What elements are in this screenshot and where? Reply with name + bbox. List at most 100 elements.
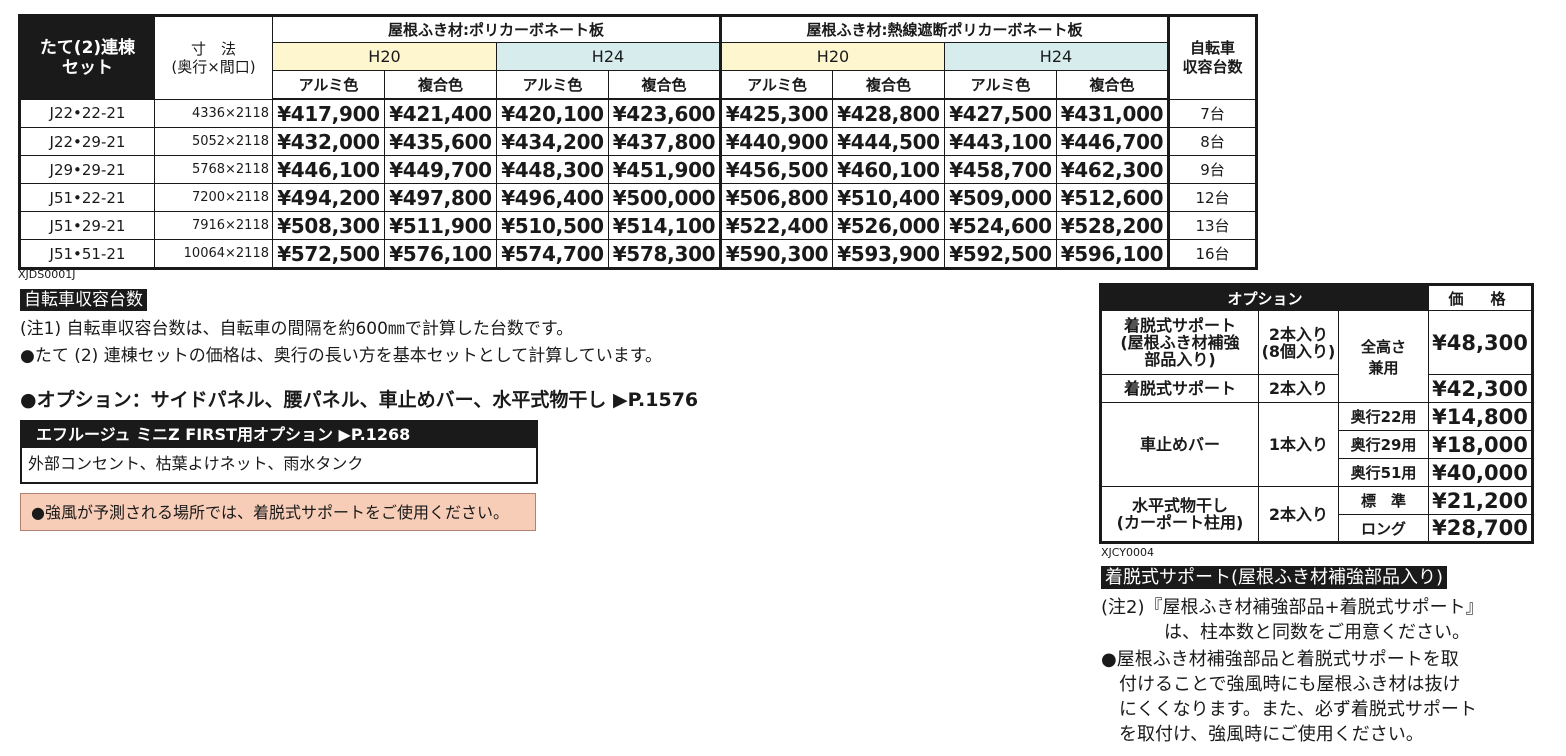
price-cell: ¥574,700 bbox=[496, 239, 609, 269]
support-reinforced-name: 着脱式サポート (屋根ふき材補強 部品入り) bbox=[1100, 310, 1259, 375]
stopper-51: 奥行51用 bbox=[1338, 458, 1429, 487]
stopper-29: 奥行29用 bbox=[1338, 430, 1429, 459]
dimension-cell: 7916×2118 bbox=[154, 211, 273, 240]
price-cell: ¥524,600 bbox=[944, 211, 1057, 240]
price-cell: ¥514,100 bbox=[608, 211, 721, 240]
price-cell: ¥462,300 bbox=[1056, 155, 1169, 184]
polycarbonate-group-header: 屋根ふき材:ポリカーボネート板 bbox=[272, 15, 721, 43]
heat-shield-group-header: 屋根ふき材:熱線遮断ポリカーボネート板 bbox=[719, 15, 1169, 43]
price-cell: ¥427,500 bbox=[944, 98, 1057, 128]
price-cell: ¥446,100 bbox=[272, 155, 385, 184]
price-cell: ¥510,500 bbox=[496, 211, 609, 240]
table-row: J51•51-21 10064×2118 ¥572,500 ¥576,100 ¥574,… bbox=[19, 239, 1257, 269]
dryer-qty: 2本入り bbox=[1258, 486, 1339, 543]
price-cell: ¥437,800 bbox=[608, 127, 721, 156]
option-table-code: XJCY0004 bbox=[1101, 546, 1154, 559]
model-cell: J51•51-21 bbox=[19, 239, 155, 269]
price-cell: ¥456,500 bbox=[719, 155, 833, 184]
capacity-cell: 16台 bbox=[1167, 239, 1257, 269]
price-cell: ¥510,400 bbox=[832, 183, 945, 212]
price-cell: ¥460,100 bbox=[832, 155, 945, 184]
col-fukugo: 複合色 bbox=[384, 70, 497, 100]
stopper-name: 車止めバー bbox=[1100, 402, 1259, 487]
efu-option-body: 外部コンセント、枯葉よけネット、雨水タンク bbox=[28, 454, 364, 473]
col-fukugo: 複合色 bbox=[1056, 70, 1169, 100]
price-cell: ¥509,000 bbox=[944, 183, 1057, 212]
price-cell: ¥444,500 bbox=[832, 127, 945, 156]
stopper-22-price: ¥14,800 bbox=[1428, 402, 1533, 431]
price-cell: ¥446,700 bbox=[1056, 127, 1169, 156]
price-cell: ¥592,500 bbox=[944, 239, 1057, 269]
price-cell: ¥578,300 bbox=[608, 239, 721, 269]
model-cell: J22•22-21 bbox=[19, 98, 155, 128]
price-cell: ¥576,100 bbox=[384, 239, 497, 269]
dimension-cell: 4336×2118 bbox=[154, 98, 273, 128]
bullet-line-4: を取付け、強風時にご使用ください。 bbox=[1119, 724, 1424, 745]
price-cell: ¥420,100 bbox=[496, 98, 609, 128]
dimension-header: 寸 法 (奥行×間口) bbox=[154, 15, 273, 100]
dryer-standard: 標 準 bbox=[1338, 486, 1429, 515]
note-1: (注1) 自転車収容台数は、自転車の間隔を約600㎜で計算した台数です。 bbox=[20, 319, 574, 339]
dimension-cell: 5768×2118 bbox=[154, 155, 273, 184]
wind-warning: ●強風が予測される場所では、着脱式サポートをご使用ください。 bbox=[20, 493, 536, 531]
price-header: 価 格 bbox=[1428, 284, 1533, 311]
dimension-cell: 7200×2118 bbox=[154, 183, 273, 212]
h20-header: H20 bbox=[719, 42, 945, 71]
price-cell: ¥512,600 bbox=[1056, 183, 1169, 212]
stopper-51-price: ¥40,000 bbox=[1428, 458, 1533, 487]
dimension-cell: 10064×2118 bbox=[154, 239, 273, 269]
table-row: J51•29-21 7916×2118 ¥508,300 ¥511,900 ¥510,5… bbox=[19, 211, 1257, 240]
efu-option-header: エフルージュ ミニZ FIRST用オプション ▶P.1268 bbox=[22, 422, 536, 448]
note-2-line-1: (注2)『屋根ふき材補強部品+着脱式サポート』 bbox=[1101, 597, 1484, 618]
col-alumi: アルミ色 bbox=[719, 70, 833, 100]
capacity-cell: 12台 bbox=[1167, 183, 1257, 212]
stopper-22: 奥行22用 bbox=[1338, 402, 1429, 431]
model-cell: J51•29-21 bbox=[19, 211, 155, 240]
price-table: たて(2)連棟 セット 寸 法 (奥行×間口) 屋根ふき材:ポリカーボネート板 屋根… bbox=[18, 14, 1258, 270]
price-cell: ¥528,200 bbox=[1056, 211, 1169, 240]
price-cell: ¥435,600 bbox=[384, 127, 497, 156]
option-reference: ●オプション：サイドパネル、腰パネル、車止めバー、水平式物干し ▶P.1576 bbox=[20, 389, 699, 411]
full-height-compatible: 全高さ 兼用 bbox=[1338, 310, 1429, 403]
col-fukugo: 複合色 bbox=[608, 70, 721, 100]
bullet-line-3: にくくなります。また、必ず着脱式サポート bbox=[1119, 699, 1477, 720]
price-cell: ¥522,400 bbox=[719, 211, 833, 240]
note-2: ●たて (2) 連棟セットの価格は、奥行の長い方を基本セットとして計算しています… bbox=[20, 346, 663, 366]
support-section-tag: 着脱式サポート(屋根ふき材補強部品入り) bbox=[1101, 566, 1448, 589]
table-code: XJDS0001J bbox=[18, 268, 76, 281]
col-alumi: アルミ色 bbox=[496, 70, 609, 100]
price-cell: ¥526,000 bbox=[832, 211, 945, 240]
price-cell: ¥431,000 bbox=[1056, 98, 1169, 128]
price-cell: ¥497,800 bbox=[384, 183, 497, 212]
capacity-cell: 13台 bbox=[1167, 211, 1257, 240]
price-cell: ¥421,400 bbox=[384, 98, 497, 128]
price-cell: ¥423,600 bbox=[608, 98, 721, 128]
price-cell: ¥458,700 bbox=[944, 155, 1057, 184]
model-cell: J51•22-21 bbox=[19, 183, 155, 212]
price-cell: ¥428,800 bbox=[832, 98, 945, 128]
h20-header: H20 bbox=[272, 42, 497, 71]
stopper-qty: 1本入り bbox=[1258, 402, 1339, 487]
table-row: J22•29-21 5052×2118 ¥432,000 ¥435,600 ¥434,2… bbox=[19, 127, 1257, 156]
stopper-29-price: ¥18,000 bbox=[1428, 430, 1533, 459]
dryer-standard-price: ¥21,200 bbox=[1428, 486, 1533, 515]
price-cell: ¥449,700 bbox=[384, 155, 497, 184]
price-cell: ¥590,300 bbox=[719, 239, 833, 269]
table-row: J51•22-21 7200×2118 ¥494,200 ¥497,800 ¥496,4… bbox=[19, 183, 1257, 212]
price-cell: ¥440,900 bbox=[719, 127, 833, 156]
table-row: J22•22-21 4336×2118 ¥417,900 ¥421,400 ¥420,1… bbox=[19, 98, 1257, 128]
price-cell: ¥508,300 bbox=[272, 211, 385, 240]
model-cell: J29•29-21 bbox=[19, 155, 155, 184]
capacity-cell: 7台 bbox=[1167, 98, 1257, 128]
capacity-cell: 8台 bbox=[1167, 127, 1257, 156]
support-reinforced-price: ¥48,300 bbox=[1428, 310, 1533, 375]
price-cell: ¥432,000 bbox=[272, 127, 385, 156]
price-cell: ¥593,900 bbox=[832, 239, 945, 269]
efu-option-box: エフルージュ ミニZ FIRST用オプション ▶P.1268 外部コンセント、枯… bbox=[20, 420, 538, 484]
price-cell: ¥448,300 bbox=[496, 155, 609, 184]
model-cell: J22•29-21 bbox=[19, 127, 155, 156]
price-cell: ¥500,000 bbox=[608, 183, 721, 212]
support-name: 着脱式サポート bbox=[1100, 374, 1259, 403]
set-type-header: たて(2)連棟 セット bbox=[19, 15, 155, 100]
capacity-cell: 9台 bbox=[1167, 155, 1257, 184]
